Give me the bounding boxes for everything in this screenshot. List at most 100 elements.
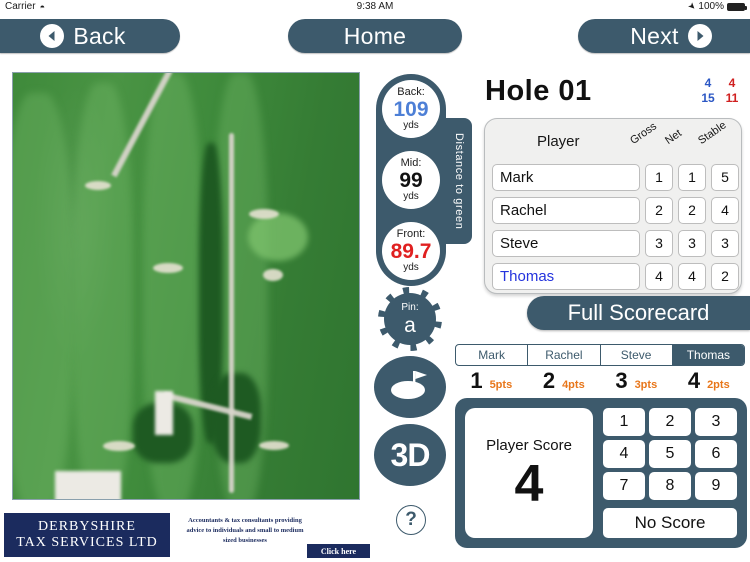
scorecard-stable-value: 5: [711, 163, 739, 191]
table-row[interactable]: Rachel 2 2 4: [492, 194, 739, 226]
chevron-right-circle-icon: [687, 24, 712, 48]
ad-click-here-button[interactable]: Click here: [306, 543, 371, 559]
distance-mid-unit: yds: [403, 191, 419, 202]
map-tree-line: [211, 373, 261, 463]
back-button-label: Back: [73, 22, 126, 49]
map-building: [55, 471, 121, 499]
distance-to-green-tab: Distance to green: [446, 118, 472, 244]
points-group: 3 3pts: [600, 368, 673, 394]
table-row[interactable]: Thomas 4 4 2: [492, 260, 739, 292]
player-score-display: Player Score 4: [465, 408, 593, 538]
key-7[interactable]: 7: [603, 472, 645, 500]
scorecard-col-gross: Gross: [628, 120, 660, 147]
score-entry-panel: Player Score 4 1 2 3 4 5 6 7 8 9 No Scor…: [455, 398, 747, 548]
full-scorecard-button[interactable]: Full Scorecard: [527, 296, 750, 330]
scorecard-gross-value: 3: [645, 229, 673, 257]
pin-label: Pin:: [401, 301, 419, 313]
key-5[interactable]: 5: [649, 440, 691, 468]
pin-position-button[interactable]: Pin: a: [378, 287, 442, 351]
segment-player-thomas[interactable]: Thomas: [672, 345, 744, 365]
help-icon: ?: [405, 509, 417, 530]
status-time: 9:38 AM: [356, 1, 394, 12]
map-bunker: [85, 181, 111, 190]
scorecard-col-net: Net: [663, 127, 685, 147]
scorecard-header: Player Gross Net Stable: [485, 119, 741, 161]
points-value: 3pts: [634, 379, 658, 391]
distance-to-green-label: Distance to green: [453, 132, 465, 230]
key-3[interactable]: 3: [695, 408, 737, 436]
distance-back[interactable]: Back: 109 yds: [382, 80, 440, 138]
green-view-button[interactable]: [374, 356, 446, 418]
map-cart-path: [229, 133, 234, 493]
scorecard-net-value: 3: [678, 229, 706, 257]
distance-mid-value: 99: [399, 169, 423, 192]
key-9[interactable]: 9: [695, 472, 737, 500]
map-fairway: [13, 93, 73, 499]
back-button[interactable]: Back: [0, 19, 180, 53]
advertiser-name-line1: DERBYSHIRE: [38, 519, 136, 534]
next-button[interactable]: Next: [578, 19, 750, 53]
help-button[interactable]: ?: [396, 505, 426, 535]
points-group: 1 5pts: [455, 368, 528, 394]
advertiser-logo: DERBYSHIRE TAX SERVICES LTD: [4, 513, 170, 557]
full-scorecard-label: Full Scorecard: [567, 300, 710, 325]
distance-front-unit: yds: [403, 262, 419, 273]
scorecard-col-stable: Stable: [696, 119, 729, 147]
hole-stats: 4 4 15 11: [696, 76, 744, 106]
no-score-button[interactable]: No Score: [603, 508, 737, 538]
hole-par-blue: 4: [704, 76, 712, 90]
map-bunker: [249, 209, 279, 219]
points-group: 4 2pts: [673, 368, 746, 394]
points-value: 5pts: [489, 379, 513, 391]
status-right: ➤ 100%: [685, 0, 747, 13]
distance-front[interactable]: Front: 89.7 yds: [382, 222, 440, 280]
distance-mid-label: Mid:: [400, 157, 422, 169]
map-building: [155, 391, 173, 435]
distance-back-value: 109: [393, 98, 429, 121]
key-8[interactable]: 8: [649, 472, 691, 500]
score-points-legend: 1 5pts 2 4pts 3 3pts 4 2pts: [455, 368, 745, 394]
key-2[interactable]: 2: [649, 408, 691, 436]
segment-player-rachel[interactable]: Rachel: [528, 345, 601, 365]
scorecard-player-name: Steve: [492, 229, 640, 257]
location-arrow-icon: ➤: [685, 0, 699, 13]
map-imagery: [13, 73, 359, 499]
scorecard-player-name: Mark: [492, 163, 640, 191]
battery-icon: [727, 2, 747, 11]
three-d-view-button[interactable]: 3D: [374, 424, 446, 486]
home-button[interactable]: Home: [288, 19, 462, 53]
map-green: [248, 213, 308, 261]
scorecard-stable-value: 2: [711, 262, 739, 290]
pin-value: a: [404, 313, 416, 337]
battery-percent: 100%: [698, 1, 724, 12]
map-bunker: [153, 263, 183, 273]
distance-front-value: 89.7: [390, 240, 432, 263]
page-title: Hole 01: [485, 75, 592, 107]
hole-index-blue: 15: [701, 91, 715, 105]
distance-front-label: Front:: [396, 228, 426, 240]
key-4[interactable]: 4: [603, 440, 645, 468]
key-1[interactable]: 1: [603, 408, 645, 436]
distance-mid[interactable]: Mid: 99 yds: [382, 151, 440, 209]
player-segmented-control: Mark Rachel Steve Thomas: [455, 344, 745, 366]
scorecard-col-player: Player: [537, 133, 580, 150]
table-row[interactable]: Steve 3 3 3: [492, 227, 739, 259]
points-score: 3: [615, 368, 628, 393]
next-button-label: Next: [630, 22, 679, 49]
scorecard-net-value: 1: [678, 163, 706, 191]
hole-aerial-map[interactable]: [12, 72, 360, 500]
chevron-left-circle-icon: [40, 24, 65, 48]
golf-gps-app: Carrier ◓ 9:38 AM ➤ 100% Back Home Next: [0, 0, 750, 562]
scorecard-panel: Player Gross Net Stable Mark 1 1 5 Rache…: [484, 118, 742, 294]
table-row[interactable]: Mark 1 1 5: [492, 161, 739, 193]
key-6[interactable]: 6: [695, 440, 737, 468]
points-score: 2: [542, 368, 556, 393]
home-button-label: Home: [343, 22, 407, 49]
scorecard-stable-value: 3: [711, 229, 739, 257]
advertiser-tagline: Accountants & tax consultants providing …: [186, 517, 304, 544]
points-value: 4pts: [562, 379, 585, 391]
segment-player-mark[interactable]: Mark: [456, 345, 529, 365]
segment-player-steve[interactable]: Steve: [601, 345, 673, 365]
distance-back-unit: yds: [403, 120, 419, 131]
advertiser-name-line2: TAX SERVICES LTD: [16, 535, 158, 550]
